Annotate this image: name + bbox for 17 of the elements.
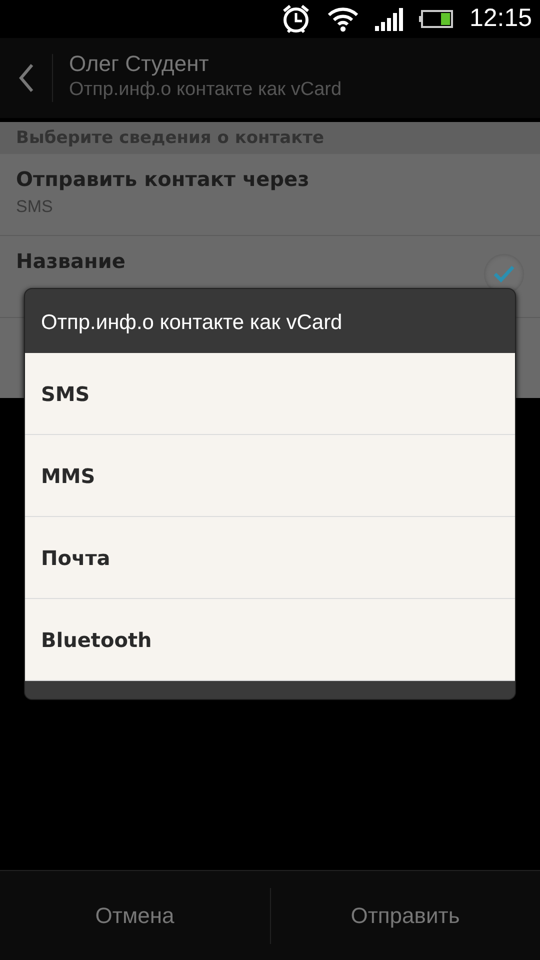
contact-name: Олег Студент <box>69 52 210 76</box>
setting-title: Название <box>16 248 126 275</box>
back-icon[interactable] <box>18 63 34 93</box>
setting-title: Отправить контакт через <box>16 166 310 193</box>
battery-icon <box>419 10 454 28</box>
bottom-button[interactable]: Отправить <box>270 871 540 960</box>
screen-subtitle: Отпр.инф.о контакте как vCard <box>69 78 342 102</box>
check-icon <box>493 265 515 283</box>
dialog-option[interactable]: Почта <box>25 517 515 599</box>
signal-icon <box>375 7 404 31</box>
alarm-icon <box>281 3 312 35</box>
dialog-option[interactable]: Bluetooth <box>25 599 515 681</box>
dialog-option[interactable]: MMS <box>25 435 515 517</box>
bottom-button[interactable]: Отмена <box>0 871 270 960</box>
wifi-icon <box>327 6 360 32</box>
dialog-option[interactable]: SMS <box>25 353 515 435</box>
clock-text: 12:15 <box>469 3 532 34</box>
